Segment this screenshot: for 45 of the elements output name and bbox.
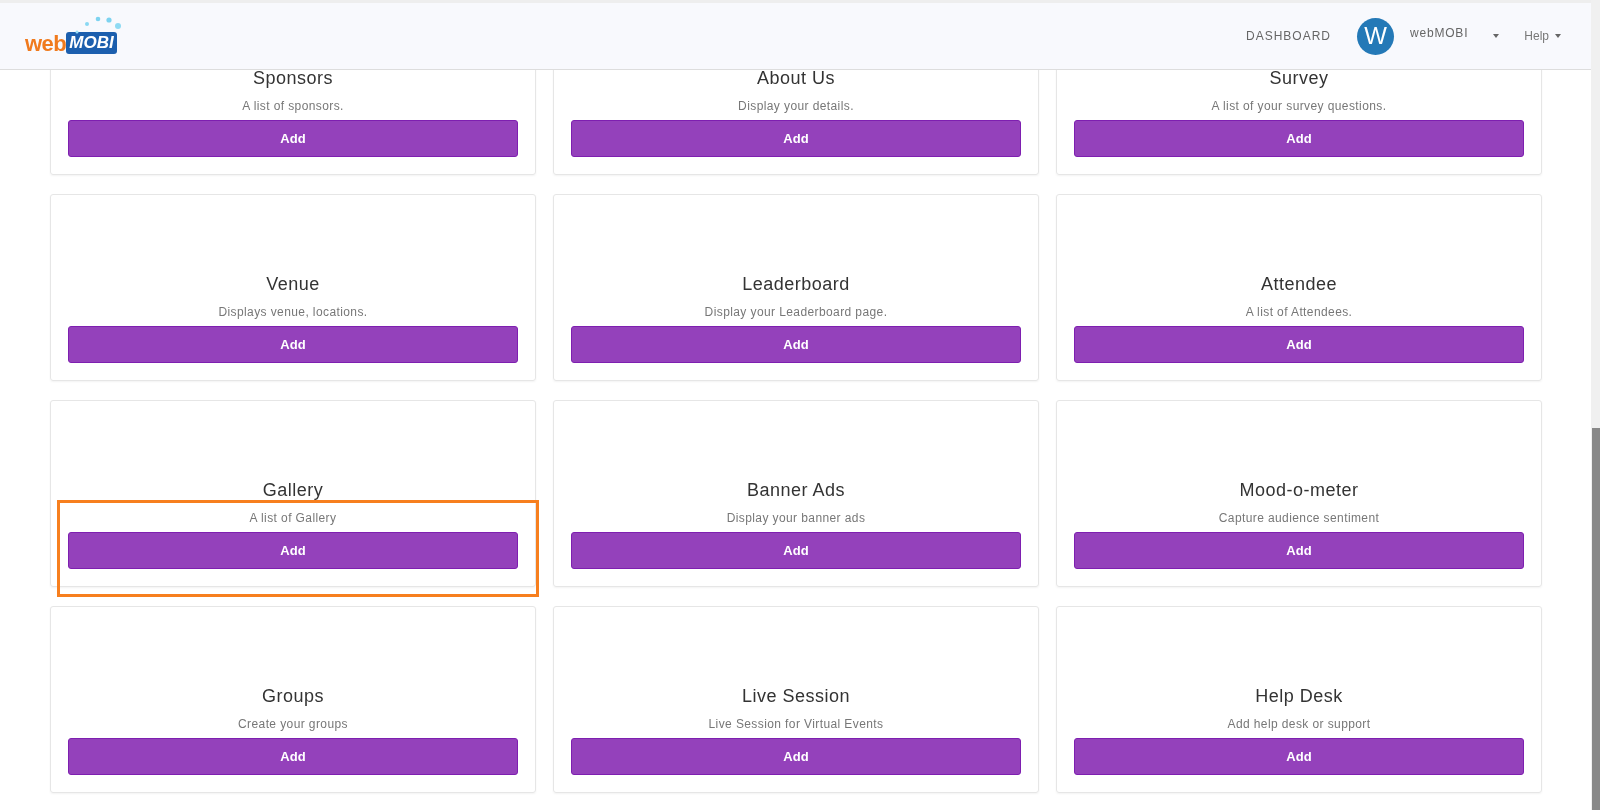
card-title: Survey	[1269, 68, 1329, 89]
add-button[interactable]: Add	[68, 120, 518, 157]
card-title: Mood-o-meter	[1239, 480, 1359, 501]
card-description: A list of your survey questions.	[1211, 99, 1387, 113]
card-description: A list of Gallery	[249, 511, 337, 525]
card-description: Create your groups	[238, 717, 348, 731]
add-button[interactable]: Add	[1074, 532, 1524, 569]
add-button[interactable]: Add	[68, 532, 518, 569]
user-menu[interactable]: webMOBI	[1410, 26, 1469, 40]
card-title: Sponsors	[252, 68, 333, 89]
card-title: Attendee	[1260, 274, 1338, 295]
scrollbar[interactable]	[1591, 0, 1600, 810]
card-title: Leaderboard	[742, 274, 850, 295]
add-button[interactable]: Add	[571, 120, 1021, 157]
add-button[interactable]: Add	[1074, 120, 1524, 157]
caret-icon[interactable]	[1555, 34, 1561, 38]
card-description: Live Session for Virtual Events	[708, 717, 884, 731]
card-title: Live Session	[741, 686, 851, 707]
nav-link[interactable]: DASHBOARD	[1246, 29, 1331, 43]
card-description: Displays venue, locations.	[218, 305, 368, 319]
help-menu[interactable]: Help	[1524, 29, 1549, 43]
add-button[interactable]: Add	[68, 326, 518, 363]
add-button[interactable]: Add	[1074, 326, 1524, 363]
card-title: Help Desk	[1255, 686, 1343, 707]
card-description: Add help desk or support	[1227, 717, 1371, 731]
card-description: Capture audience sentiment	[1218, 511, 1380, 525]
caret-icon[interactable]	[1493, 34, 1500, 38]
dots-icon	[73, 15, 123, 35]
avatar[interactable]: W	[1357, 17, 1394, 55]
card-description: Display your details.	[738, 99, 854, 113]
add-button[interactable]: Add	[68, 738, 518, 775]
webmobi-logo[interactable]: webMOBI	[25, 15, 117, 57]
card-title: Banner Ads	[746, 480, 846, 501]
add-button[interactable]: Add	[571, 738, 1021, 775]
card-description: A list of Attendees.	[1245, 305, 1353, 319]
card-description: A list of sponsors.	[242, 99, 344, 113]
card-description: Display your Leaderboard page.	[704, 305, 888, 319]
card-title: About Us	[756, 68, 835, 89]
card-title: Venue	[266, 274, 320, 295]
card-title: Groups	[262, 686, 324, 707]
add-button[interactable]: Add	[571, 326, 1021, 363]
add-button[interactable]: Add	[571, 532, 1021, 569]
card-description: Display your banner ads	[726, 511, 866, 525]
add-button[interactable]: Add	[1074, 738, 1524, 775]
card-title: Gallery	[262, 480, 324, 501]
